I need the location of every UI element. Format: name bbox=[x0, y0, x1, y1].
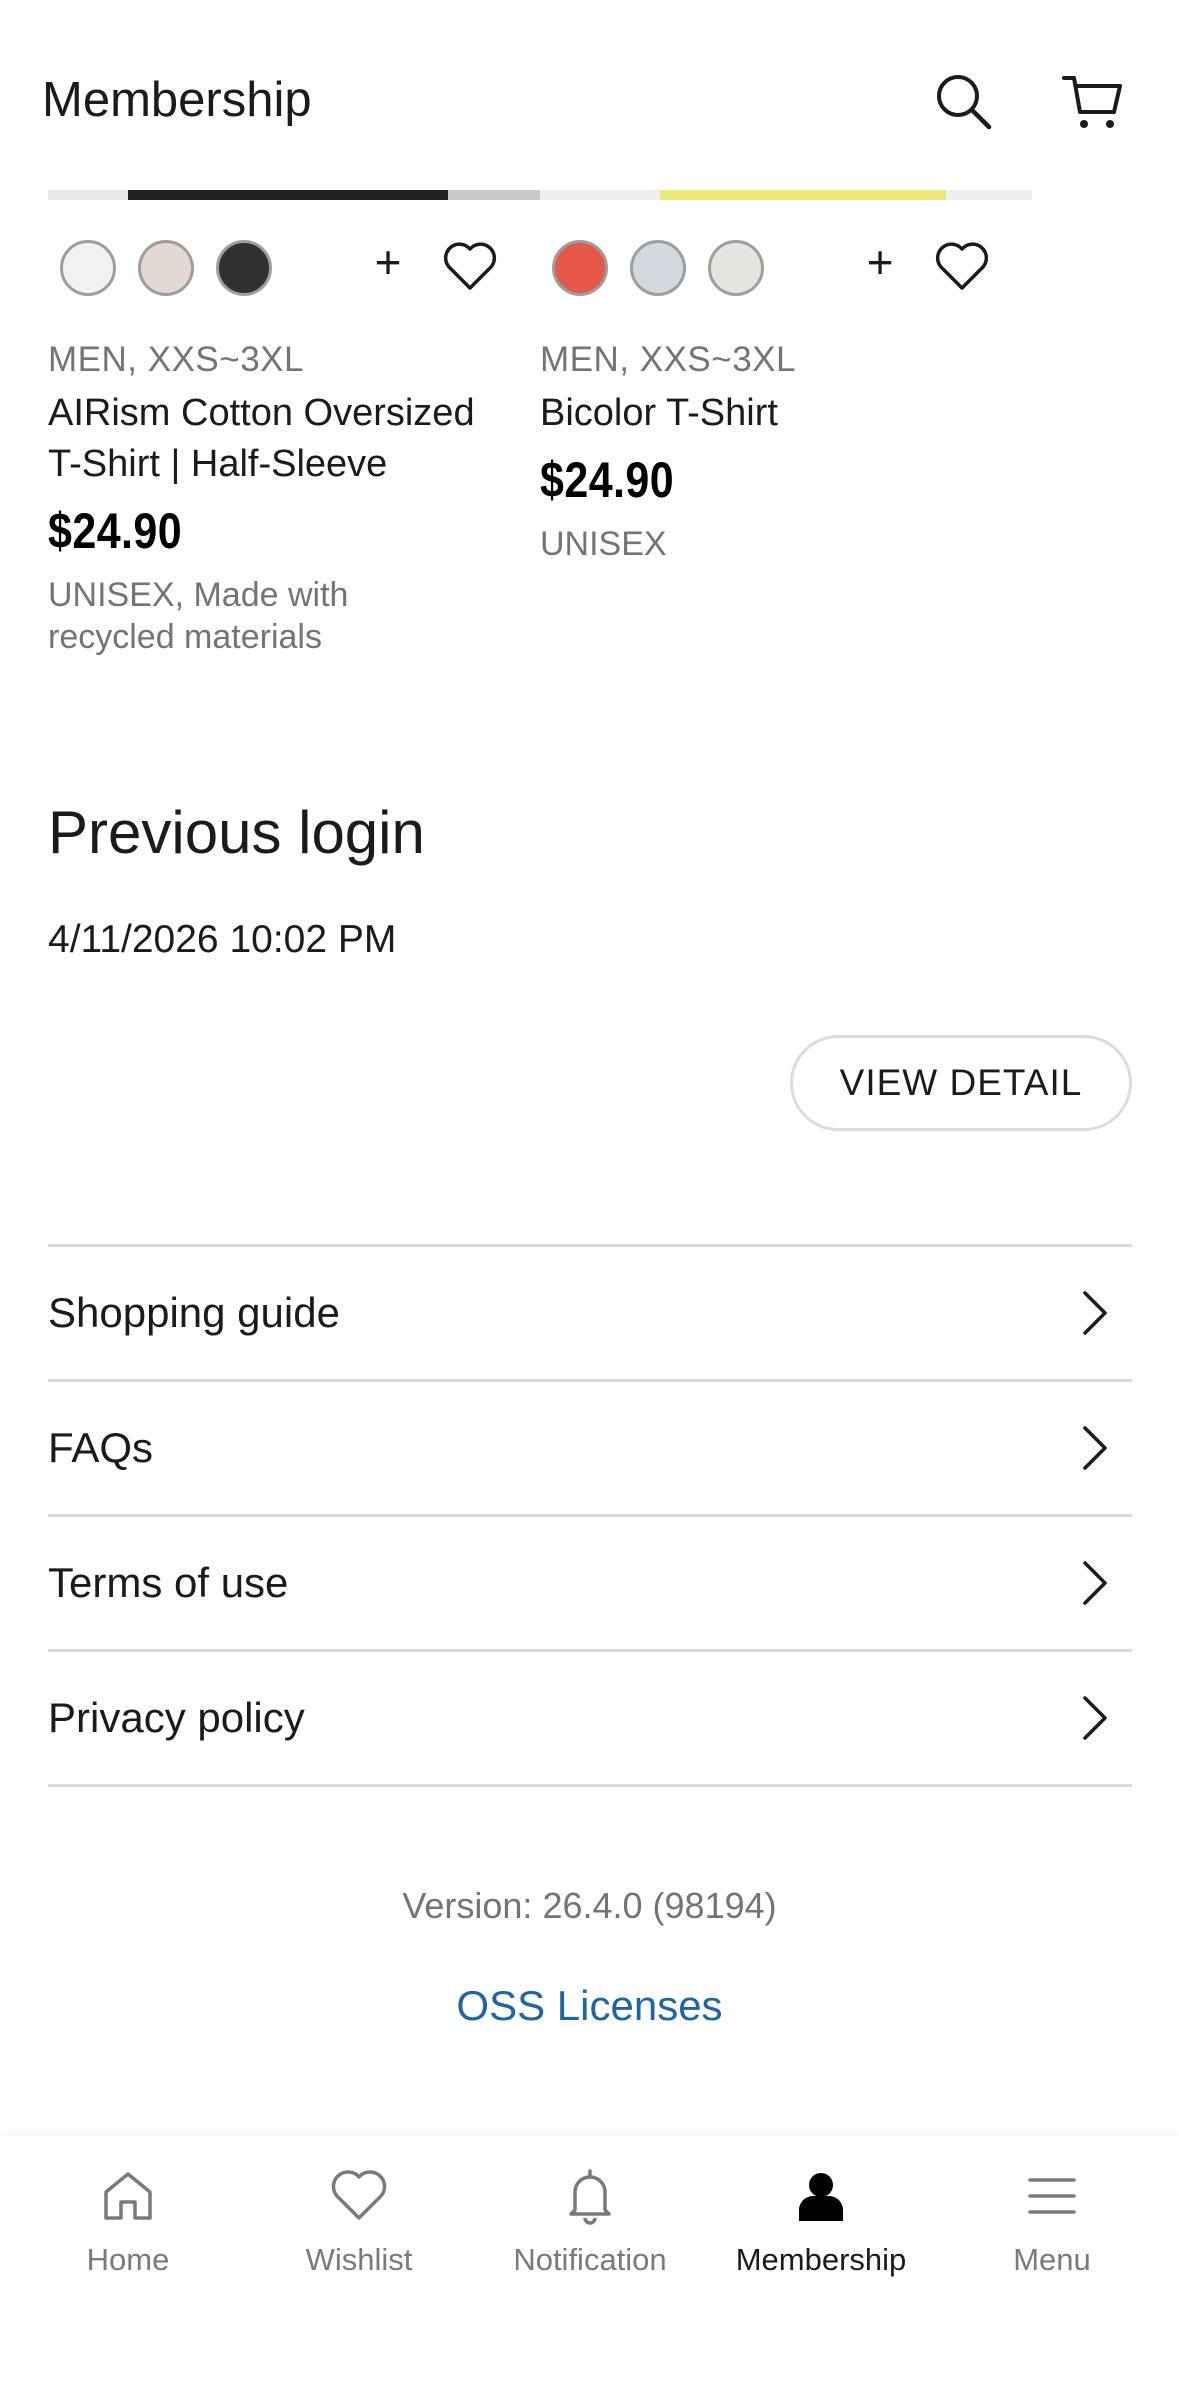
home-icon bbox=[104, 2172, 152, 2220]
product-meta: MEN, XXS~3XL bbox=[540, 340, 796, 379]
product-meta: MEN, XXS~3XL bbox=[48, 340, 304, 379]
nav-label: Wishlist bbox=[305, 2242, 413, 2277]
color-swatches: + bbox=[540, 230, 1010, 302]
color-swatch[interactable] bbox=[708, 240, 764, 296]
page-title: Membership bbox=[42, 73, 312, 127]
chevron-right-icon bbox=[1083, 1561, 1107, 1605]
color-swatches: + bbox=[48, 230, 518, 302]
info-link-list: Shopping guide FAQs Terms of use Privacy… bbox=[48, 1244, 1132, 1787]
product-tags: UNISEX, Made with recycled materials bbox=[48, 576, 349, 656]
nav-label: Menu bbox=[1013, 2242, 1091, 2277]
product-card[interactable]: + MEN, XXS~3XL Bicolor T-Shirt $24.90 UN… bbox=[540, 230, 1010, 565]
product-price: $24.90 bbox=[540, 452, 675, 508]
link-terms-of-use[interactable]: Terms of use bbox=[48, 1517, 1132, 1652]
heart-icon bbox=[331, 2170, 387, 2220]
previous-login-datetime: 4/11/2026 10:02 PM bbox=[48, 918, 397, 961]
link-label: Shopping guide bbox=[48, 1289, 340, 1336]
cart-icon[interactable] bbox=[1060, 70, 1124, 134]
product-name[interactable]: Bicolor T-Shirt bbox=[540, 388, 1010, 439]
add-to-cart-button[interactable]: + bbox=[852, 234, 908, 290]
app-header: Membership bbox=[0, 0, 1179, 190]
product-price: $24.90 bbox=[48, 503, 183, 559]
nav-membership[interactable]: Membership bbox=[705, 2166, 937, 2278]
product-tags: UNISEX bbox=[540, 525, 667, 563]
nav-home[interactable]: Home bbox=[12, 2166, 244, 2278]
link-label: FAQs bbox=[48, 1424, 154, 1471]
link-faqs[interactable]: FAQs bbox=[48, 1382, 1132, 1517]
product-name[interactable]: AIRism Cotton Oversized T-Shirt | Half-S… bbox=[48, 388, 518, 490]
color-swatch[interactable] bbox=[138, 240, 194, 296]
link-label: Terms of use bbox=[48, 1559, 289, 1606]
add-to-cart-button[interactable]: + bbox=[360, 234, 416, 290]
nav-wishlist[interactable]: Wishlist bbox=[243, 2166, 475, 2278]
view-detail-button[interactable]: VIEW DETAIL bbox=[790, 1035, 1132, 1131]
color-swatch[interactable] bbox=[630, 240, 686, 296]
chevron-right-icon bbox=[1083, 1426, 1107, 1470]
color-swatch[interactable] bbox=[60, 240, 116, 296]
person-icon bbox=[799, 2173, 843, 2221]
nav-menu[interactable]: Menu bbox=[936, 2166, 1168, 2278]
color-swatch[interactable] bbox=[216, 240, 272, 296]
heart-icon[interactable] bbox=[442, 240, 498, 292]
search-icon[interactable] bbox=[932, 70, 996, 134]
chevron-right-icon bbox=[1083, 1291, 1107, 1335]
link-label: Privacy policy bbox=[48, 1694, 305, 1741]
oss-licenses-link[interactable]: OSS Licenses bbox=[0, 1982, 1179, 2030]
bottom-nav: Home Wishlist Notification Membership Me… bbox=[0, 2136, 1179, 2396]
chevron-right-icon bbox=[1083, 1696, 1107, 1740]
bell-icon bbox=[569, 2169, 611, 2225]
color-swatch[interactable] bbox=[552, 240, 608, 296]
link-privacy-policy[interactable]: Privacy policy bbox=[48, 1652, 1132, 1787]
link-shopping-guide[interactable]: Shopping guide bbox=[48, 1247, 1132, 1382]
nav-label: Notification bbox=[513, 2242, 667, 2277]
previous-login-heading: Previous login bbox=[48, 799, 425, 866]
nav-notification[interactable]: Notification bbox=[474, 2166, 706, 2278]
heart-icon[interactable] bbox=[934, 240, 990, 292]
nav-label: Membership bbox=[735, 2242, 907, 2277]
product-card[interactable]: + MEN, XXS~3XL AIRism Cotton Oversized T… bbox=[48, 230, 518, 658]
menu-icon bbox=[1028, 2178, 1076, 2214]
app-version: Version: 26.4.0 (98194) bbox=[402, 1885, 777, 1926]
nav-label: Home bbox=[86, 2242, 170, 2277]
